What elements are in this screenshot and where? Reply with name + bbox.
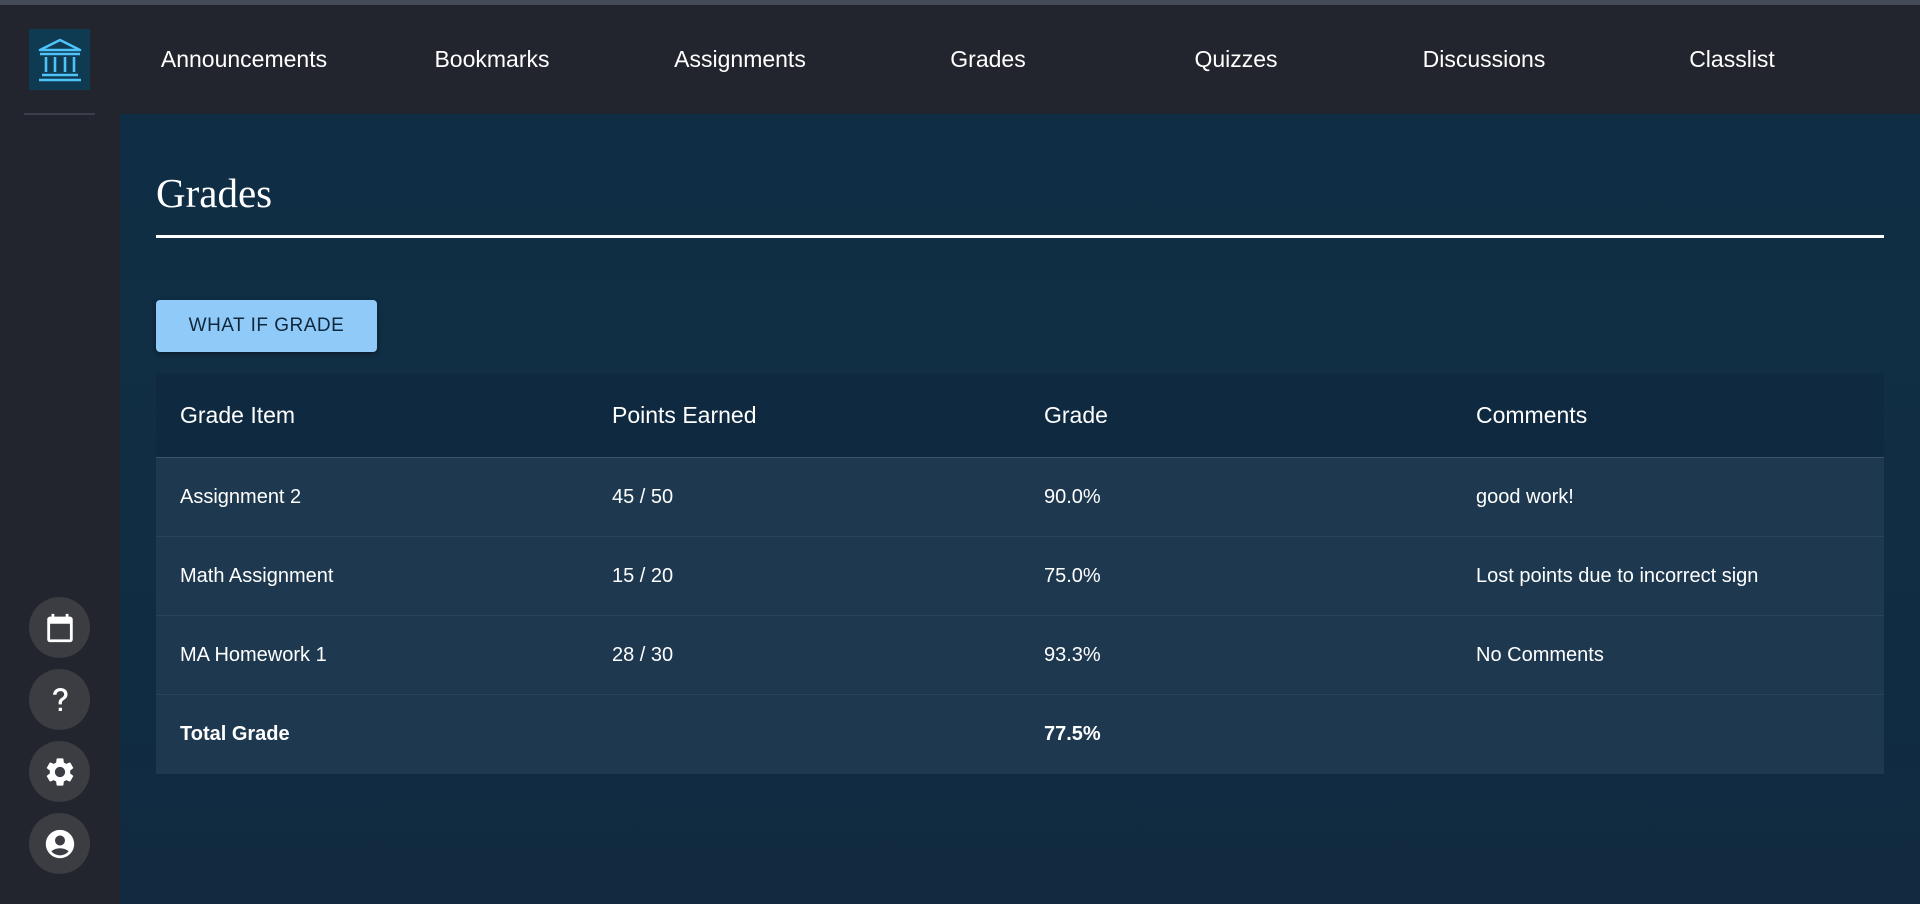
- nav-grades[interactable]: Grades: [864, 5, 1112, 114]
- home-logo[interactable]: [29, 29, 90, 90]
- nav-assignments[interactable]: Assignments: [616, 5, 864, 114]
- points-earned-cell: 15 / 20: [612, 564, 674, 587]
- grade-cell: 75.0%: [1044, 564, 1101, 587]
- table-row: Assignment 2 45 / 50 90.0% good work!: [156, 458, 1884, 537]
- table-row: Math Assignment 15 / 20 75.0% Lost point…: [156, 537, 1884, 616]
- what-if-grade-button[interactable]: WHAT IF GRADE: [156, 300, 377, 352]
- points-earned-cell: 28 / 30: [612, 643, 674, 666]
- calendar-icon: [46, 613, 73, 642]
- main-content: Grades WHAT IF GRADE Grade Item Points E…: [120, 114, 1920, 904]
- nav-classlist[interactable]: Classlist: [1608, 5, 1856, 114]
- calendar-button[interactable]: [29, 597, 90, 658]
- help-button[interactable]: [29, 669, 90, 730]
- page-title: Grades: [156, 170, 273, 216]
- column-header-comments: Comments: [1476, 402, 1588, 428]
- total-grade-row: Total Grade 77.5%: [156, 695, 1884, 774]
- sidebar: [0, 5, 120, 904]
- institution-icon: [38, 38, 81, 81]
- nav-announcements[interactable]: Announcements: [120, 5, 368, 114]
- nav-discussions[interactable]: Discussions: [1360, 5, 1608, 114]
- points-earned-cell: 45 / 50: [612, 485, 674, 508]
- grade-cell: 90.0%: [1044, 485, 1101, 508]
- title-divider: [156, 235, 1884, 238]
- comments-cell: Lost points due to incorrect sign: [1476, 564, 1759, 587]
- grade-item-cell: Math Assignment: [180, 564, 334, 587]
- grade-item-cell: MA Homework 1: [180, 643, 327, 666]
- table-row: MA Homework 1 28 / 30 93.3% No Comments: [156, 616, 1884, 695]
- comments-cell: No Comments: [1476, 643, 1604, 666]
- total-grade-value: 77.5%: [1044, 723, 1101, 745]
- settings-icon: [46, 757, 73, 786]
- help-icon: [52, 687, 68, 711]
- column-header-points-earned: Points Earned: [612, 402, 757, 428]
- top-navigation: Announcements Bookmarks Assignments Grad…: [120, 5, 1920, 114]
- grades-table: Grade Item Points Earned Grade Comments …: [156, 374, 1884, 774]
- grade-item-cell: Assignment 2: [180, 485, 302, 508]
- comments-cell: good work!: [1476, 485, 1574, 508]
- account-icon: [45, 829, 74, 858]
- nav-bookmarks[interactable]: Bookmarks: [368, 5, 616, 114]
- sidebar-divider: [24, 113, 95, 115]
- table-header-row: Grade Item Points Earned Grade Comments: [156, 374, 1884, 458]
- column-header-grade: Grade: [1044, 402, 1108, 428]
- total-grade-label: Total Grade: [180, 723, 290, 745]
- grade-cell: 93.3%: [1044, 643, 1101, 666]
- account-button[interactable]: [29, 813, 90, 874]
- column-header-grade-item: Grade Item: [180, 402, 296, 428]
- settings-button[interactable]: [29, 741, 90, 802]
- nav-quizzes[interactable]: Quizzes: [1112, 5, 1360, 114]
